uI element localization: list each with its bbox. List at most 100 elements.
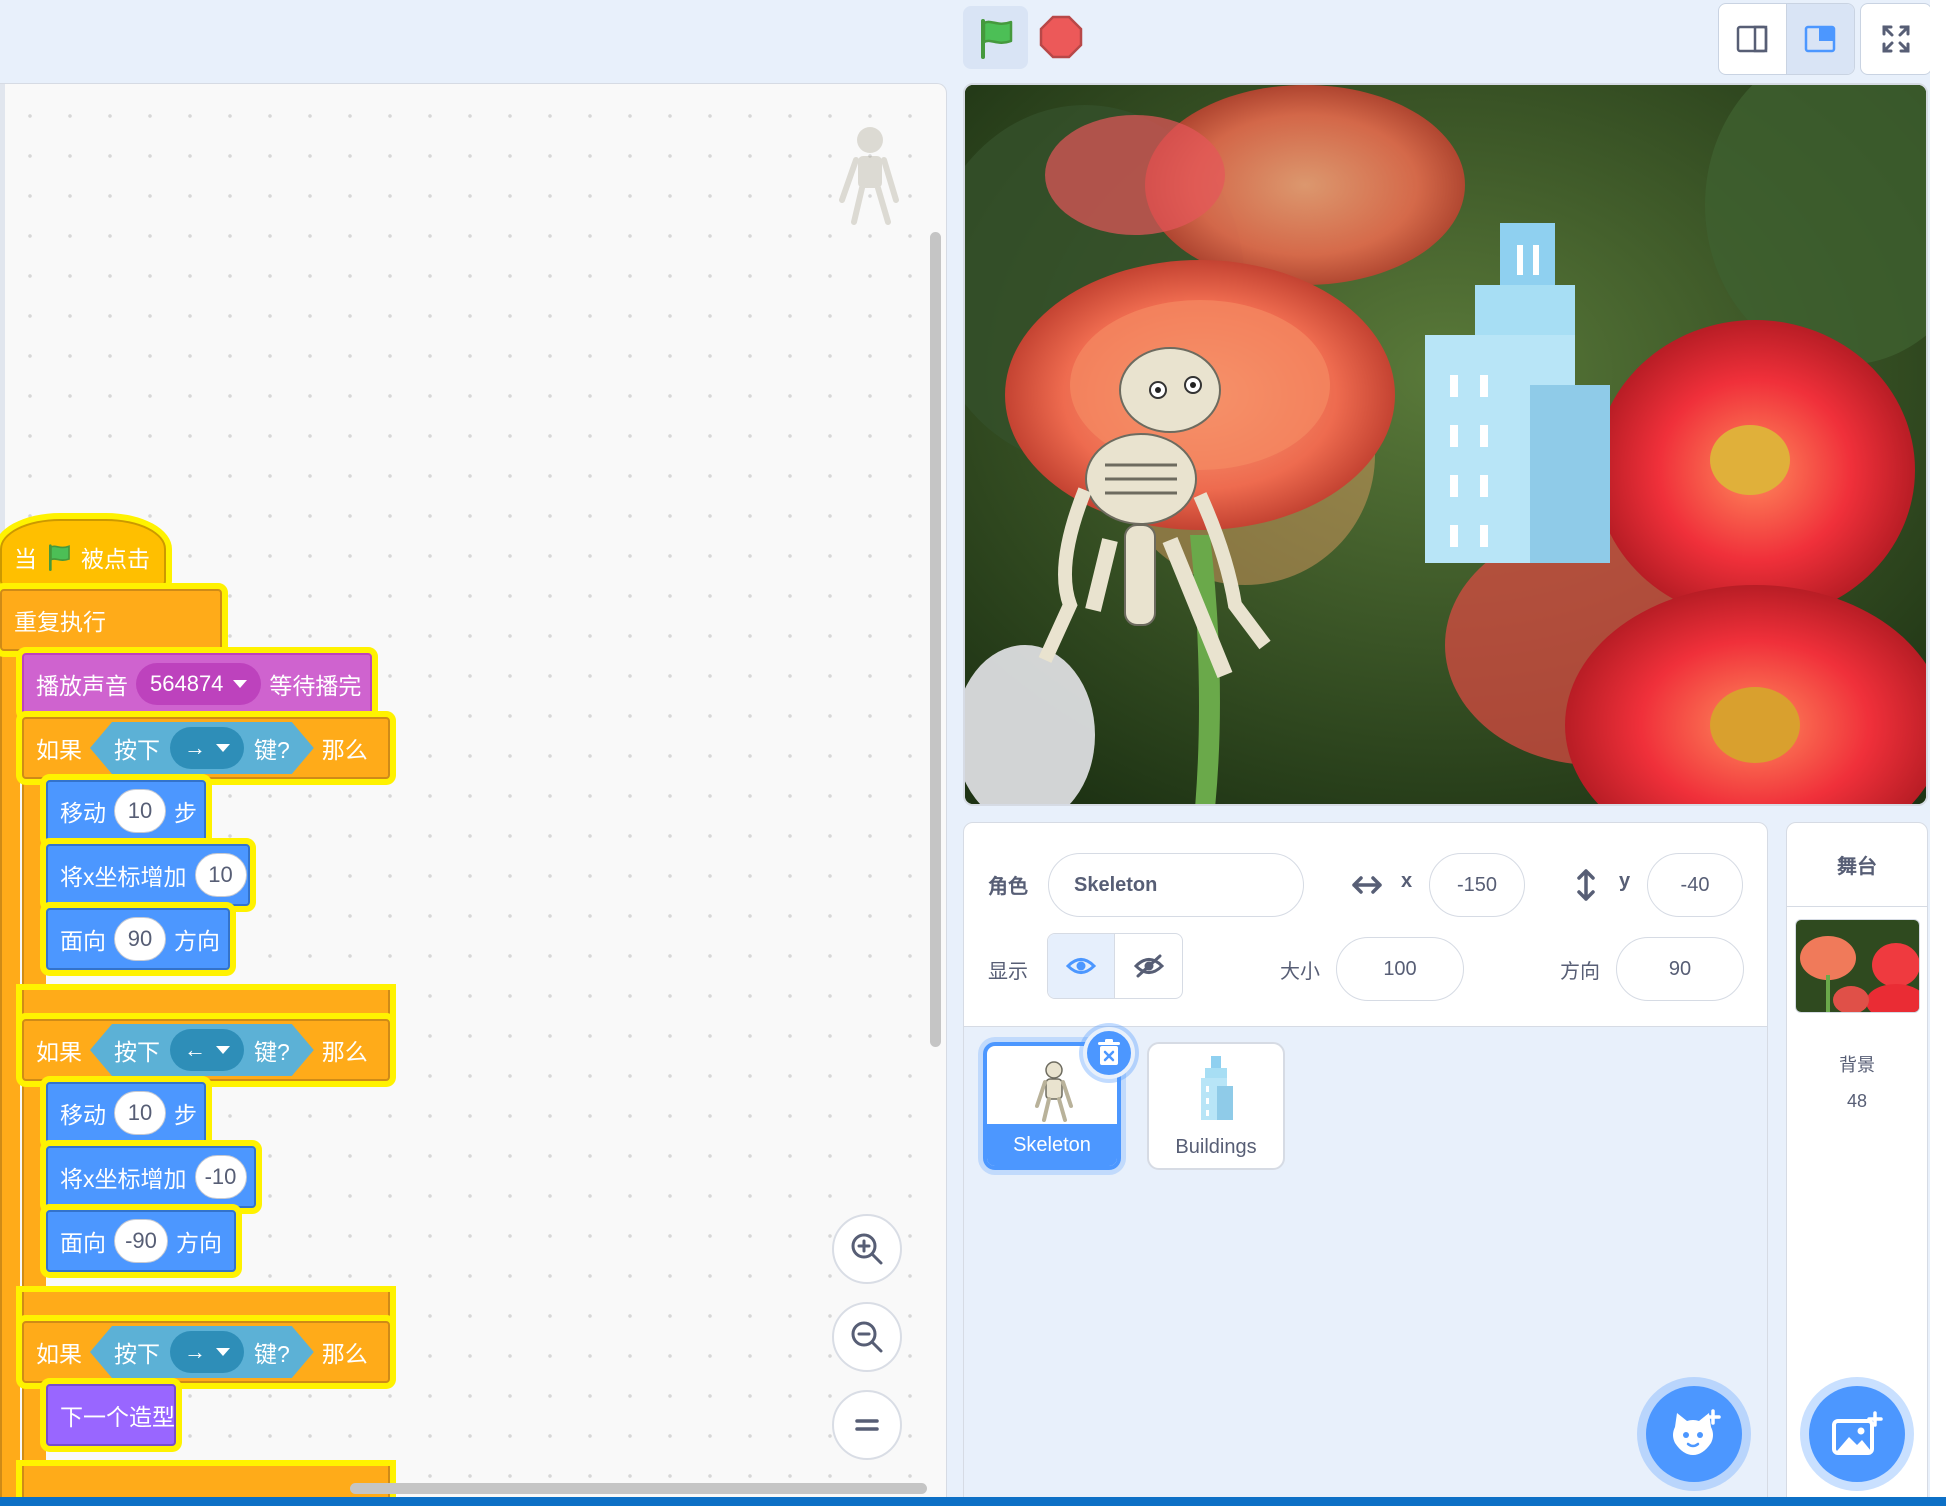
backdrop-preview (1796, 920, 1919, 1012)
hide-sprite-button[interactable] (1115, 934, 1182, 998)
green-flag-button[interactable] (963, 6, 1028, 69)
key-dropdown[interactable]: → (170, 727, 244, 769)
stop-button[interactable] (1035, 11, 1087, 63)
green-flag-icon (49, 544, 70, 571)
small-stage-icon (1737, 25, 1768, 53)
key-dropdown[interactable]: ← (170, 1029, 244, 1071)
sprite-name-field[interactable]: Skeleton (1048, 853, 1304, 917)
change-x-input[interactable]: 10 (194, 853, 247, 897)
point-label: 面向 (60, 928, 106, 954)
horizontal-scrollbar[interactable] (350, 1483, 927, 1494)
zoom-out-button[interactable] (832, 1302, 902, 1372)
sound-name: 564874 (150, 671, 224, 696)
move-label: 移动 (60, 1102, 106, 1128)
sprite-tile-name: Buildings (1175, 1135, 1257, 1158)
fullscreen-icon (1882, 25, 1910, 53)
change-x-label: 将x坐标增加 (60, 1166, 187, 1192)
steps-label: 步 (174, 800, 197, 826)
code-workspace[interactable]: 当 被点击 重复执行 播放声音 564874 等待播完 如果 按下 → 键? 那… (0, 83, 947, 1506)
press-label: 按下 (114, 1341, 160, 1367)
point-direction-block[interactable]: 面向 90 方向 (46, 908, 230, 970)
add-backdrop-icon (1832, 1411, 1883, 1455)
key-pressed-condition[interactable]: 按下 → 键? (90, 722, 314, 774)
key-value: → (184, 1339, 206, 1364)
backdrops-label: 背景 (1839, 1055, 1875, 1075)
zoom-reset-button[interactable] (832, 1390, 902, 1460)
fullscreen-button[interactable] (1860, 3, 1932, 75)
add-sprite-button[interactable] (1646, 1386, 1742, 1482)
until-done-label: 等待播完 (269, 673, 362, 699)
zoom-in-button[interactable] (832, 1214, 902, 1284)
y-position-icon (1577, 869, 1595, 901)
chevron-down-icon (216, 744, 230, 752)
play-sound-until-done-block[interactable]: 播放声音 564874 等待播完 (22, 653, 372, 715)
sprite-label: 角色 (988, 876, 1028, 898)
point-label: 面向 (60, 1230, 106, 1256)
large-stage-button[interactable] (1786, 4, 1854, 74)
add-backdrop-button[interactable] (1809, 1386, 1905, 1482)
key-question-label: 键? (254, 1341, 290, 1367)
key-dropdown[interactable]: → (170, 1331, 244, 1373)
stop-icon (1039, 15, 1083, 59)
change-x-block[interactable]: 将x坐标增加 -10 (46, 1146, 256, 1208)
skeleton-thumbnail (1035, 1061, 1073, 1122)
chevron-down-icon (233, 680, 248, 688)
direction-field[interactable]: 90 (1616, 937, 1744, 1001)
steps-input[interactable]: 10 (114, 1091, 166, 1135)
direction-input[interactable]: 90 (114, 917, 166, 961)
trash-icon (1098, 1039, 1120, 1065)
play-sound-label: 播放声音 (36, 673, 128, 699)
change-x-label: 将x坐标增加 (60, 864, 187, 890)
y-label: y (1619, 870, 1631, 892)
next-costume-block[interactable]: 下一个造型 (46, 1384, 176, 1446)
size-field[interactable]: 100 (1336, 937, 1464, 1001)
direction-input[interactable]: -90 (114, 1219, 168, 1263)
sprite-preview-skeleton (839, 127, 899, 225)
stage-canvas[interactable] (963, 83, 1928, 806)
chevron-down-icon (216, 1046, 230, 1054)
if-label: 如果 (36, 1039, 82, 1065)
stage-size-toggle (1718, 3, 1855, 75)
forever-block[interactable]: 重复执行 (0, 589, 222, 651)
key-question-label: 键? (254, 1039, 290, 1065)
press-label: 按下 (114, 1039, 160, 1065)
key-pressed-condition[interactable]: 按下 ← 键? (90, 1024, 314, 1076)
if-then-block-1[interactable]: 如果 按下 → 键? 那么 (22, 717, 390, 779)
stage-scene (965, 85, 1926, 804)
steps-label: 步 (174, 1102, 197, 1128)
change-x-block[interactable]: 将x坐标增加 10 (46, 844, 250, 906)
sound-dropdown[interactable]: 564874 (136, 663, 262, 705)
if-then-block-3[interactable]: 如果 按下 → 键? 那么 (22, 1321, 390, 1383)
key-pressed-condition[interactable]: 按下 → 键? (90, 1326, 314, 1378)
point-direction-block[interactable]: 面向 -90 方向 (46, 1210, 236, 1272)
sprite-tile-buildings[interactable]: Buildings (1147, 1042, 1285, 1170)
when-flag-clicked-block[interactable]: 当 被点击 (0, 519, 166, 587)
then-label: 那么 (321, 737, 368, 763)
y-field[interactable]: -40 (1647, 853, 1743, 917)
visibility-toggle (1047, 933, 1183, 999)
scratch-editor: 当 被点击 重复执行 播放声音 564874 等待播完 如果 按下 → 键? 那… (0, 0, 1946, 1506)
steps-input[interactable]: 10 (114, 789, 166, 833)
add-sprite-icon (1673, 1409, 1721, 1455)
eye-hidden-icon (1133, 954, 1164, 978)
x-field[interactable]: -150 (1429, 853, 1525, 917)
delete-sprite-button[interactable] (1083, 1027, 1135, 1079)
clicked-label: 被点击 (81, 546, 150, 572)
move-steps-block[interactable]: 移动 10 步 (46, 780, 206, 842)
forever-label: 重复执行 (14, 609, 106, 635)
show-sprite-button[interactable] (1048, 934, 1115, 998)
sprite-info-panel: 角色 Skeleton x -150 y -40 显示 大小 100 方向 90 (963, 822, 1768, 1027)
direction-label: 方向 (1560, 961, 1600, 983)
direction-label: 方向 (174, 928, 220, 954)
x-position-icon (1352, 876, 1382, 894)
small-stage-button[interactable] (1719, 4, 1787, 74)
then-label: 那么 (321, 1341, 368, 1367)
if-then-block-2[interactable]: 如果 按下 ← 键? 那么 (22, 1019, 390, 1081)
forever-arm (0, 644, 20, 1505)
zoom-out-icon (851, 1321, 883, 1353)
vertical-scrollbar[interactable] (930, 232, 941, 1047)
change-x-input[interactable]: -10 (194, 1155, 247, 1199)
move-steps-block[interactable]: 移动 10 步 (46, 1082, 206, 1144)
press-label: 按下 (114, 737, 160, 763)
then-label: 那么 (321, 1039, 368, 1065)
